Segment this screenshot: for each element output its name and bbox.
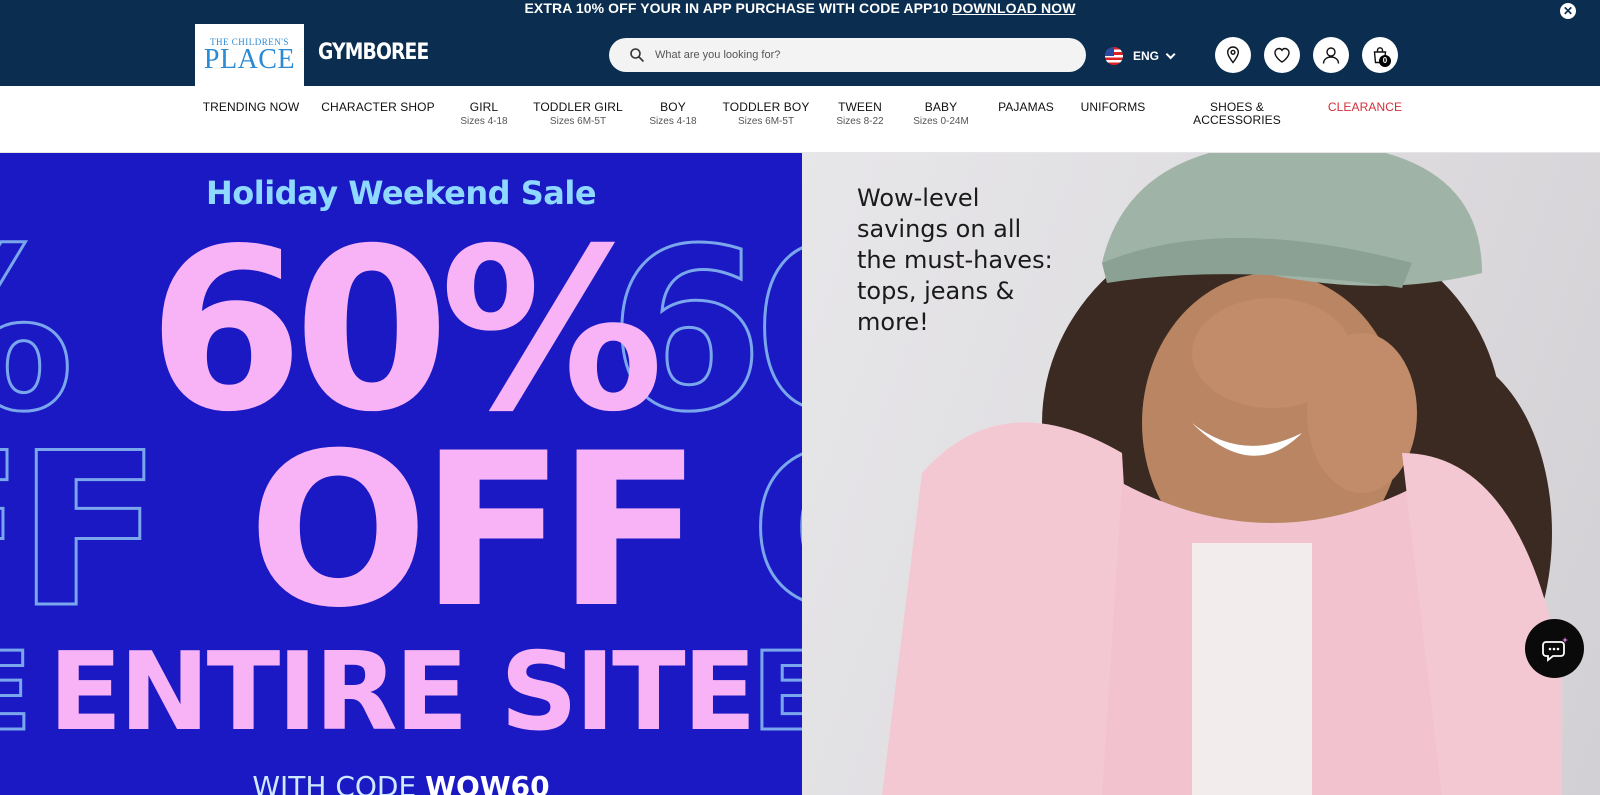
tagline-text: Wow-level savings on all the must-haves:… bbox=[857, 184, 1053, 336]
wishlist-button[interactable] bbox=[1264, 37, 1300, 73]
close-icon[interactable]: ✕ bbox=[1560, 3, 1576, 19]
search-input[interactable] bbox=[655, 38, 1075, 72]
chevron-down-icon bbox=[1165, 48, 1176, 59]
us-flag-icon bbox=[1105, 47, 1123, 65]
store-locator-button[interactable] bbox=[1215, 37, 1251, 73]
nav-label: TWEEN bbox=[838, 100, 882, 114]
nav-tween[interactable]: TWEEN Sizes 8-22 bbox=[836, 100, 884, 128]
nav-label: TRENDING NOW bbox=[202, 100, 300, 114]
account-button[interactable] bbox=[1313, 37, 1349, 73]
nav-label: GIRL bbox=[469, 100, 499, 114]
nav-toddler-boy[interactable]: TODDLER BOY Sizes 6M-5T bbox=[722, 100, 810, 128]
nav-sizes: Sizes 8-22 bbox=[836, 116, 884, 127]
nav-label: CHARACTER SHOP bbox=[321, 100, 435, 114]
download-now-link[interactable]: DOWNLOAD NOW bbox=[952, 0, 1075, 16]
nav-pajamas[interactable]: PAJAMAS bbox=[998, 101, 1054, 114]
nav-trending-now[interactable]: TRENDING NOW bbox=[203, 101, 300, 114]
nav-label: UNIFORMS bbox=[1080, 100, 1146, 114]
nav-sizes: Sizes 6M-5T bbox=[549, 116, 607, 127]
heart-icon bbox=[1274, 47, 1290, 63]
nav-clearance[interactable]: CLEARANCE bbox=[1328, 101, 1402, 114]
nav-label-line2: ACCESSORIES bbox=[1193, 113, 1281, 127]
nav-label: BOY bbox=[660, 100, 686, 114]
nav-sizes: Sizes 0-24M bbox=[913, 116, 969, 127]
cart-count-badge: 0 bbox=[1379, 55, 1391, 67]
promo-code: WOW60 bbox=[425, 770, 550, 795]
language-label: ENG bbox=[1133, 49, 1160, 63]
search-bar[interactable] bbox=[609, 38, 1086, 72]
childrens-place-logo[interactable]: THE CHILDREN'S PLACE bbox=[195, 24, 304, 86]
nav-sizes: Sizes 6M-5T bbox=[737, 116, 795, 127]
nav-sizes: Sizes 4-18 bbox=[460, 116, 508, 127]
search-icon bbox=[630, 48, 644, 62]
location-icon bbox=[1226, 46, 1240, 64]
chat-icon bbox=[1541, 636, 1568, 662]
gymboree-logo[interactable]: GYMBOREE bbox=[318, 40, 429, 65]
nav-label: PAJAMAS bbox=[998, 100, 1054, 114]
nav-label: TODDLER GIRL bbox=[533, 100, 623, 114]
promo-code-line: WITH CODE WOW60 bbox=[0, 770, 802, 795]
promo-text: EXTRA 10% OFF YOUR IN APP PURCHASE WITH … bbox=[524, 0, 949, 16]
nav-label: BABY bbox=[924, 100, 958, 114]
nav-shoes-accessories[interactable]: SHOES & ACCESSORIES bbox=[1193, 101, 1281, 127]
entire-site-text: ENTIRE SITE bbox=[48, 630, 757, 755]
lifestyle-hero-image[interactable]: Wow-level savings on all the must-haves:… bbox=[802, 153, 1600, 795]
nav-boy[interactable]: BOY Sizes 4-18 bbox=[649, 100, 697, 128]
chat-button[interactable] bbox=[1525, 619, 1584, 678]
nav-baby[interactable]: BABY Sizes 0-24M bbox=[913, 100, 969, 128]
off-text: OFF bbox=[248, 407, 702, 654]
sale-hero-banner[interactable]: % 60 FF O E E Holiday Weekend Sale 60% O… bbox=[0, 153, 802, 795]
nav-label: TODDLER BOY bbox=[722, 100, 810, 114]
nav-character-shop[interactable]: CHARACTER SHOP bbox=[321, 101, 434, 114]
nav-toddler-girl[interactable]: TODDLER GIRL Sizes 6M-5T bbox=[533, 100, 623, 128]
nav-girl[interactable]: GIRL Sizes 4-18 bbox=[460, 100, 508, 128]
promo-banner: EXTRA 10% OFF YOUR IN APP PURCHASE WITH … bbox=[0, 0, 1600, 18]
language-selector[interactable]: ENG bbox=[1105, 47, 1176, 65]
main-nav: TRENDING NOW CHARACTER SHOP GIRL Sizes 4-… bbox=[0, 86, 1600, 153]
nav-sizes: Sizes 4-18 bbox=[649, 116, 697, 127]
code-prefix: WITH CODE bbox=[252, 770, 417, 795]
nav-uniforms[interactable]: UNIFORMS bbox=[1081, 101, 1146, 114]
nav-label: CLEARANCE bbox=[1327, 100, 1403, 114]
logo-tcp-big: PLACE bbox=[203, 44, 296, 75]
site-header: EXTRA 10% OFF YOUR IN APP PURCHASE WITH … bbox=[0, 0, 1600, 86]
account-icon bbox=[1322, 47, 1340, 64]
cart-button[interactable]: 0 bbox=[1362, 37, 1398, 73]
